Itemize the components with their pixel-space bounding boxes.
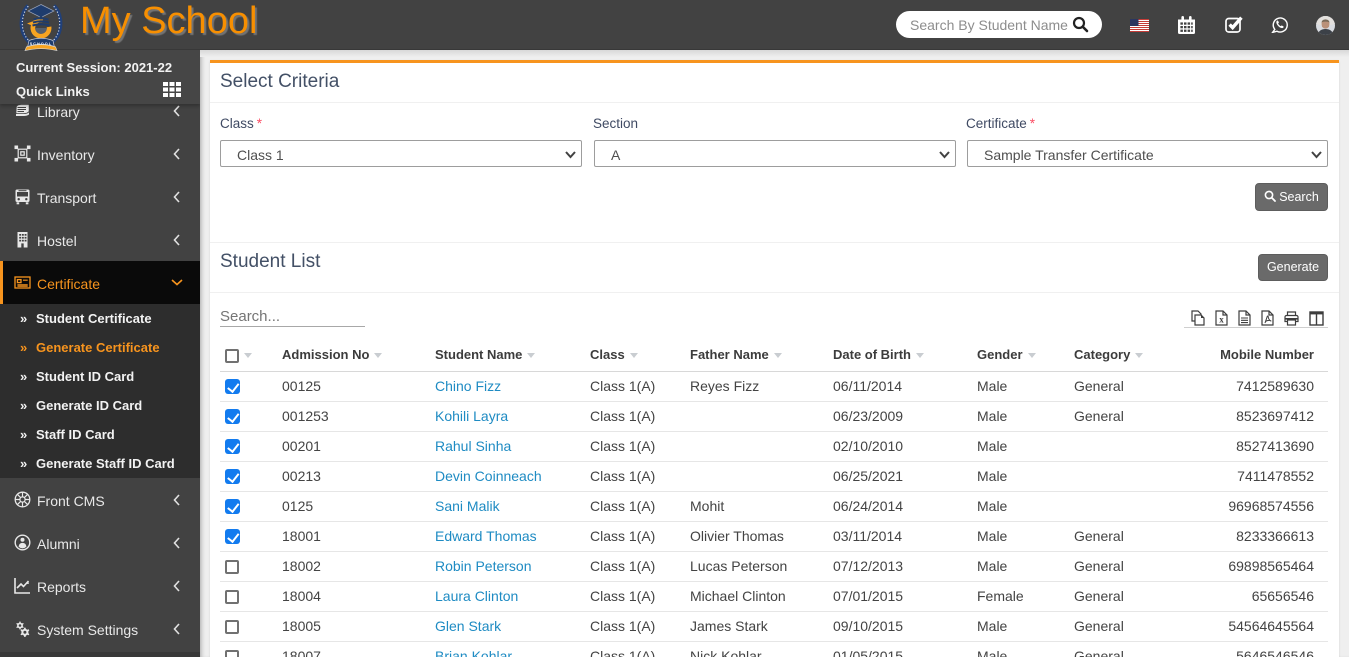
svg-text:x: x [1219, 315, 1224, 325]
